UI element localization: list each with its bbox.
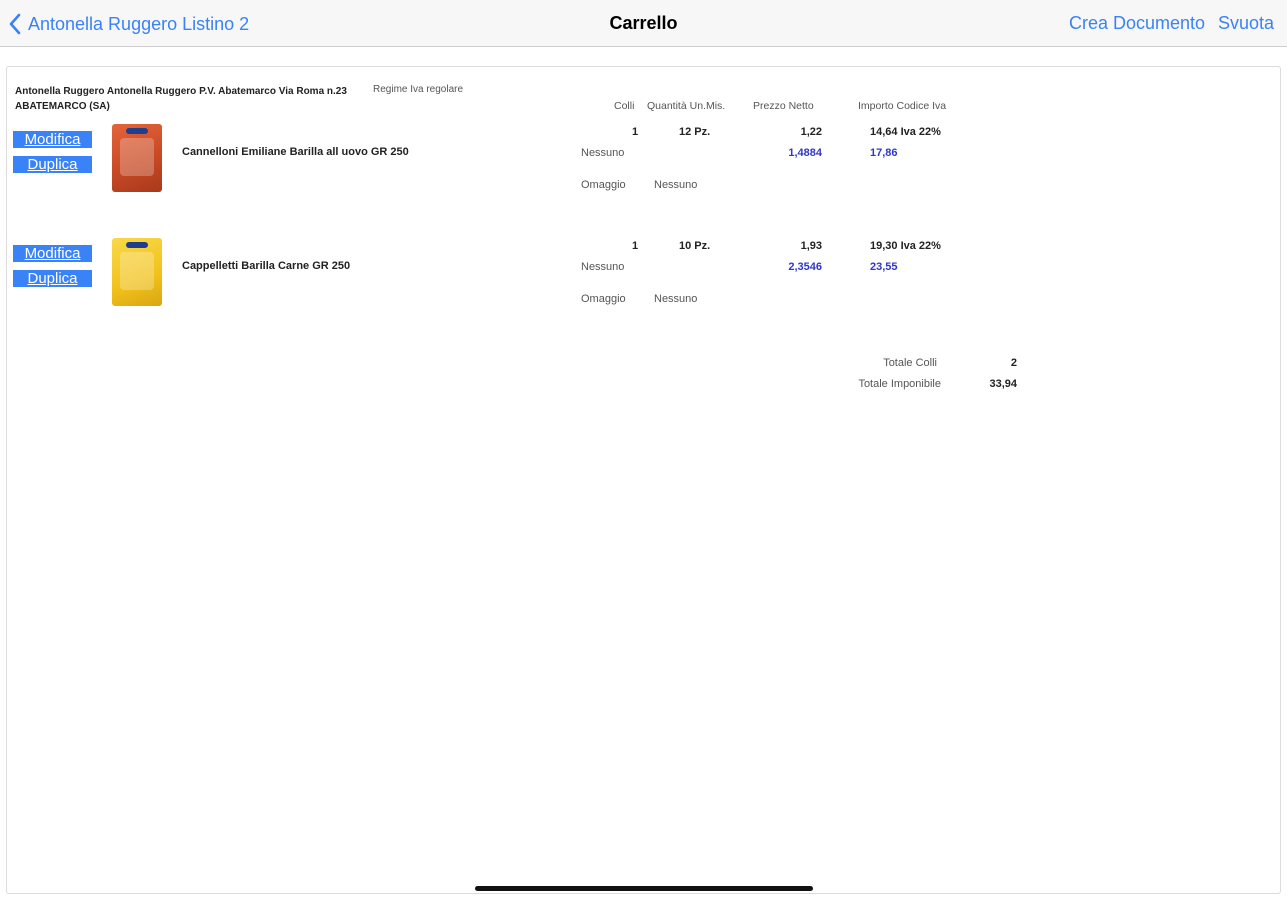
product-name: Cappelletti Barilla Carne GR 250 bbox=[182, 260, 351, 272]
back-button-label: Antonella Ruggero Listino 2 bbox=[28, 13, 250, 34]
colli-value: 1 bbox=[632, 126, 639, 138]
omaggio-value: Nessuno bbox=[654, 179, 698, 191]
importo-iva-value: 14,64 Iva 22% bbox=[870, 126, 941, 138]
totale-imponibile-value: 33,94 bbox=[989, 378, 1017, 390]
product-image bbox=[112, 124, 162, 192]
prezzo-ivato-value: 1,4884 bbox=[788, 147, 822, 159]
customer-name: Antonella Ruggero Antonella Ruggero P.V.… bbox=[15, 86, 347, 112]
totale-colli-label: Totale Colli bbox=[883, 357, 937, 369]
colli-value: 1 bbox=[632, 240, 639, 252]
duplica-button[interactable]: Duplica bbox=[13, 156, 92, 173]
modifica-button[interactable]: Modifica bbox=[13, 131, 92, 148]
modifica-button[interactable]: Modifica bbox=[13, 245, 92, 262]
column-header-colli: Colli bbox=[614, 100, 635, 112]
quantita-value: 12 Pz. bbox=[679, 126, 711, 138]
home-indicator[interactable] bbox=[475, 886, 813, 891]
product-image bbox=[112, 238, 162, 306]
importo-ivato-value: 17,86 bbox=[870, 147, 898, 159]
brand-logo bbox=[126, 242, 148, 248]
omaggio-value: Nessuno bbox=[654, 293, 698, 305]
column-header-prezzo: Prezzo Netto bbox=[753, 100, 814, 112]
cart-sheet: Antonella Ruggero Antonella Ruggero P.V.… bbox=[6, 66, 1281, 894]
totale-colli-value: 2 bbox=[1010, 357, 1017, 369]
column-header-importo: Importo Codice Iva bbox=[858, 100, 947, 112]
omaggio-label: Omaggio bbox=[581, 179, 626, 191]
crea-documento-button[interactable]: Crea Documento bbox=[1069, 13, 1205, 34]
brand-logo bbox=[126, 128, 148, 134]
regime-iva: Regime Iva regolare bbox=[373, 84, 464, 95]
prezzo-value: 1,22 bbox=[800, 126, 822, 138]
sconto-value: Nessuno bbox=[581, 261, 625, 273]
svuota-button[interactable]: Svuota bbox=[1218, 13, 1274, 34]
sconto-value: Nessuno bbox=[581, 147, 625, 159]
navigation-bar: Antonella Ruggero Listino 2 Carrello Cre… bbox=[0, 0, 1287, 47]
duplica-button[interactable]: Duplica bbox=[13, 270, 92, 287]
omaggio-label: Omaggio bbox=[581, 293, 626, 305]
totale-imponibile-label: Totale Imponibile bbox=[858, 378, 941, 390]
prezzo-ivato-value: 2,3546 bbox=[788, 261, 822, 273]
back-button[interactable]: Antonella Ruggero Listino 2 bbox=[8, 10, 249, 38]
column-header-quantita: Quantità Un.Mis. bbox=[647, 100, 726, 112]
importo-ivato-value: 23,55 bbox=[870, 261, 898, 273]
importo-iva-value: 19,30 Iva 22% bbox=[870, 240, 941, 252]
chevron-left-icon bbox=[9, 13, 21, 35]
quantita-value: 10 Pz. bbox=[679, 240, 711, 252]
prezzo-value: 1,93 bbox=[800, 240, 822, 252]
product-name: Cannelloni Emiliane Barilla all uovo GR … bbox=[182, 146, 409, 158]
